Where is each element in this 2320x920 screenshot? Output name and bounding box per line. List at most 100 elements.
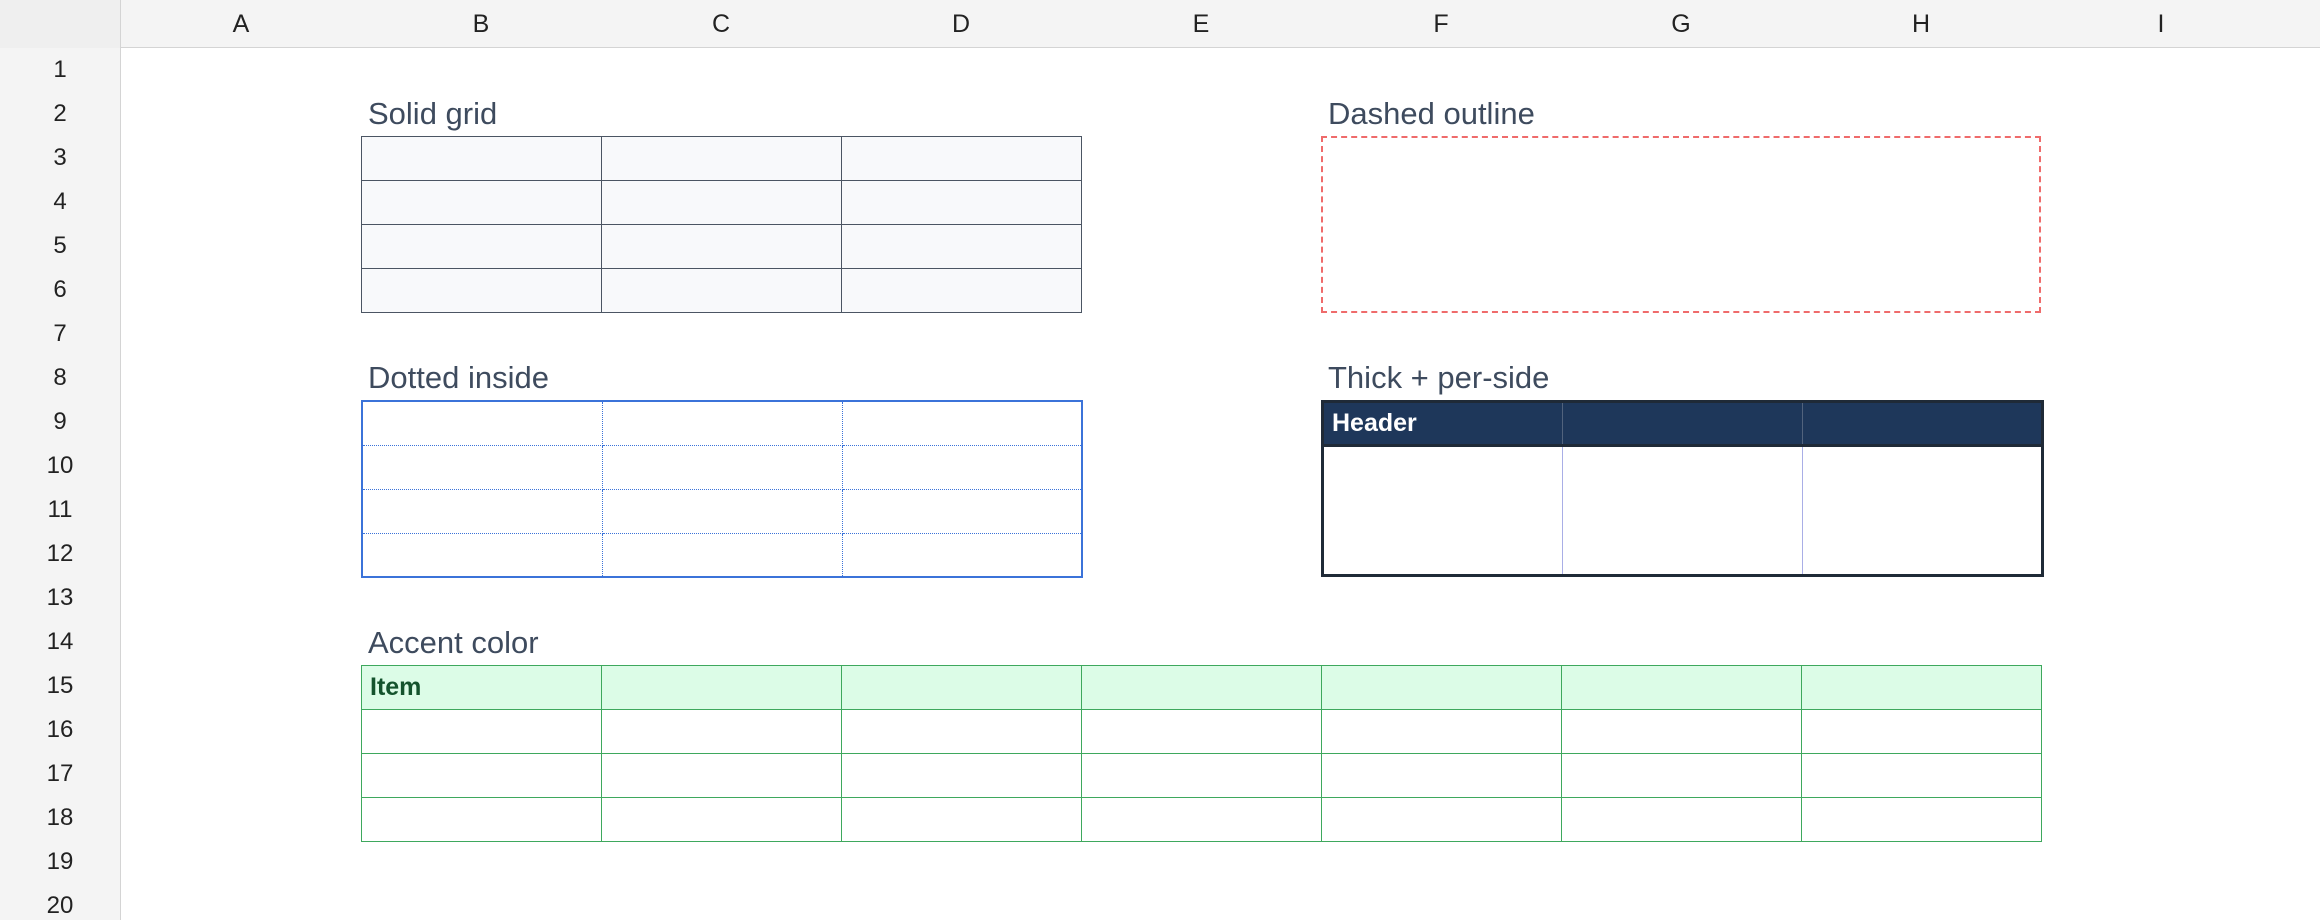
cell[interactable]: [601, 136, 842, 181]
cell[interactable]: [1801, 753, 2042, 798]
table-row: [1322, 445, 2043, 576]
cell[interactable]: [361, 268, 602, 313]
table-header-row: Item: [361, 665, 2042, 710]
column-header-d[interactable]: D: [841, 0, 1081, 48]
cell[interactable]: [841, 753, 1082, 798]
cell[interactable]: [601, 797, 842, 842]
row-header-16[interactable]: 16: [0, 708, 120, 752]
row-header-10[interactable]: 10: [0, 444, 120, 488]
cell[interactable]: [1561, 797, 1802, 842]
row-header-15[interactable]: 15: [0, 664, 120, 708]
header-cell[interactable]: [1802, 401, 2043, 447]
row-header-9[interactable]: 9: [0, 400, 120, 444]
column-header-e[interactable]: E: [1081, 0, 1321, 48]
cell[interactable]: [361, 136, 602, 181]
cell[interactable]: [1561, 753, 1802, 798]
cell[interactable]: [1561, 709, 1802, 754]
header-cell[interactable]: [1562, 401, 1803, 447]
cell[interactable]: [841, 136, 1082, 181]
table-row: [362, 532, 1082, 577]
header-cell[interactable]: [1081, 665, 1322, 710]
cell[interactable]: [841, 401, 1082, 446]
cell[interactable]: [601, 532, 843, 577]
header-cell[interactable]: [601, 665, 842, 710]
cell[interactable]: [1803, 446, 2043, 576]
cell[interactable]: [601, 753, 842, 798]
row-header-11[interactable]: 11: [0, 488, 120, 532]
select-all-corner[interactable]: [0, 0, 121, 48]
cell[interactable]: [841, 532, 1082, 577]
column-header-b[interactable]: B: [361, 0, 601, 48]
row-header-14[interactable]: 14: [0, 620, 120, 664]
section-title-accent-color: Accent color: [368, 625, 539, 660]
column-header-bar: A B C D E F G H I: [0, 0, 2320, 48]
cell[interactable]: [362, 488, 603, 534]
cell[interactable]: [1562, 445, 1803, 576]
column-header-c[interactable]: C: [601, 0, 841, 48]
cell[interactable]: [1801, 709, 2042, 754]
row-header-12[interactable]: 12: [0, 532, 120, 576]
row-header-2[interactable]: 2: [0, 92, 120, 136]
cell[interactable]: [362, 444, 603, 490]
header-cell[interactable]: [841, 665, 1082, 710]
column-header-i[interactable]: I: [2041, 0, 2281, 48]
cell[interactable]: [1801, 797, 2042, 842]
cell[interactable]: [601, 709, 842, 754]
cell[interactable]: [1081, 709, 1322, 754]
row-header-5[interactable]: 5: [0, 224, 120, 268]
cell[interactable]: [1081, 797, 1322, 842]
thick-per-side-table: Header: [1321, 400, 2044, 577]
cell[interactable]: [362, 401, 603, 446]
row-header-6[interactable]: 6: [0, 268, 120, 312]
cell[interactable]: [841, 180, 1082, 225]
row-header-1[interactable]: 1: [0, 48, 120, 92]
row-header-17[interactable]: 17: [0, 752, 120, 796]
section-title-dotted-inside: Dotted inside: [368, 360, 549, 395]
row-header-4[interactable]: 4: [0, 180, 120, 224]
cell[interactable]: [1321, 797, 1562, 842]
cell[interactable]: [361, 709, 602, 754]
table-row: [361, 224, 1082, 269]
row-header-8[interactable]: 8: [0, 356, 120, 400]
row-header-13[interactable]: 13: [0, 576, 120, 620]
cell[interactable]: [601, 488, 843, 534]
column-header-h[interactable]: H: [1801, 0, 2041, 48]
row-header-3[interactable]: 3: [0, 136, 120, 180]
dashed-outline-range[interactable]: [1321, 136, 2041, 313]
cell[interactable]: [1321, 753, 1562, 798]
cell[interactable]: [1322, 445, 1563, 576]
cell[interactable]: [1321, 709, 1562, 754]
row-header-19[interactable]: 19: [0, 840, 120, 884]
row-header-7[interactable]: 7: [0, 312, 120, 356]
cell[interactable]: [361, 224, 602, 269]
cell[interactable]: [841, 488, 1082, 534]
header-cell[interactable]: [1561, 665, 1802, 710]
cell[interactable]: [361, 180, 602, 225]
cell[interactable]: [841, 268, 1082, 313]
header-cell[interactable]: Item: [361, 665, 602, 710]
column-header-g[interactable]: G: [1561, 0, 1801, 48]
header-cell[interactable]: [1321, 665, 1562, 710]
cell[interactable]: [361, 797, 602, 842]
column-header-a[interactable]: A: [121, 0, 361, 48]
cell[interactable]: [601, 401, 843, 446]
cell[interactable]: [601, 268, 842, 313]
header-cell[interactable]: [1801, 665, 2042, 710]
cell[interactable]: [841, 797, 1082, 842]
column-header-f[interactable]: F: [1321, 0, 1561, 48]
section-title-solid-grid: Solid grid: [368, 96, 498, 131]
table-row: [362, 444, 1082, 490]
row-header-18[interactable]: 18: [0, 796, 120, 840]
cell[interactable]: [1081, 753, 1322, 798]
cell[interactable]: [601, 224, 842, 269]
cell[interactable]: [841, 444, 1082, 490]
row-header-20[interactable]: 20: [0, 884, 120, 920]
cell[interactable]: [841, 709, 1082, 754]
cell[interactable]: [362, 532, 603, 577]
cell[interactable]: [601, 180, 842, 225]
header-cell[interactable]: Header: [1322, 401, 1563, 447]
cell[interactable]: [361, 753, 602, 798]
cell[interactable]: [841, 224, 1082, 269]
section-title-dashed-outline: Dashed outline: [1328, 96, 1535, 131]
cell[interactable]: [601, 444, 843, 490]
